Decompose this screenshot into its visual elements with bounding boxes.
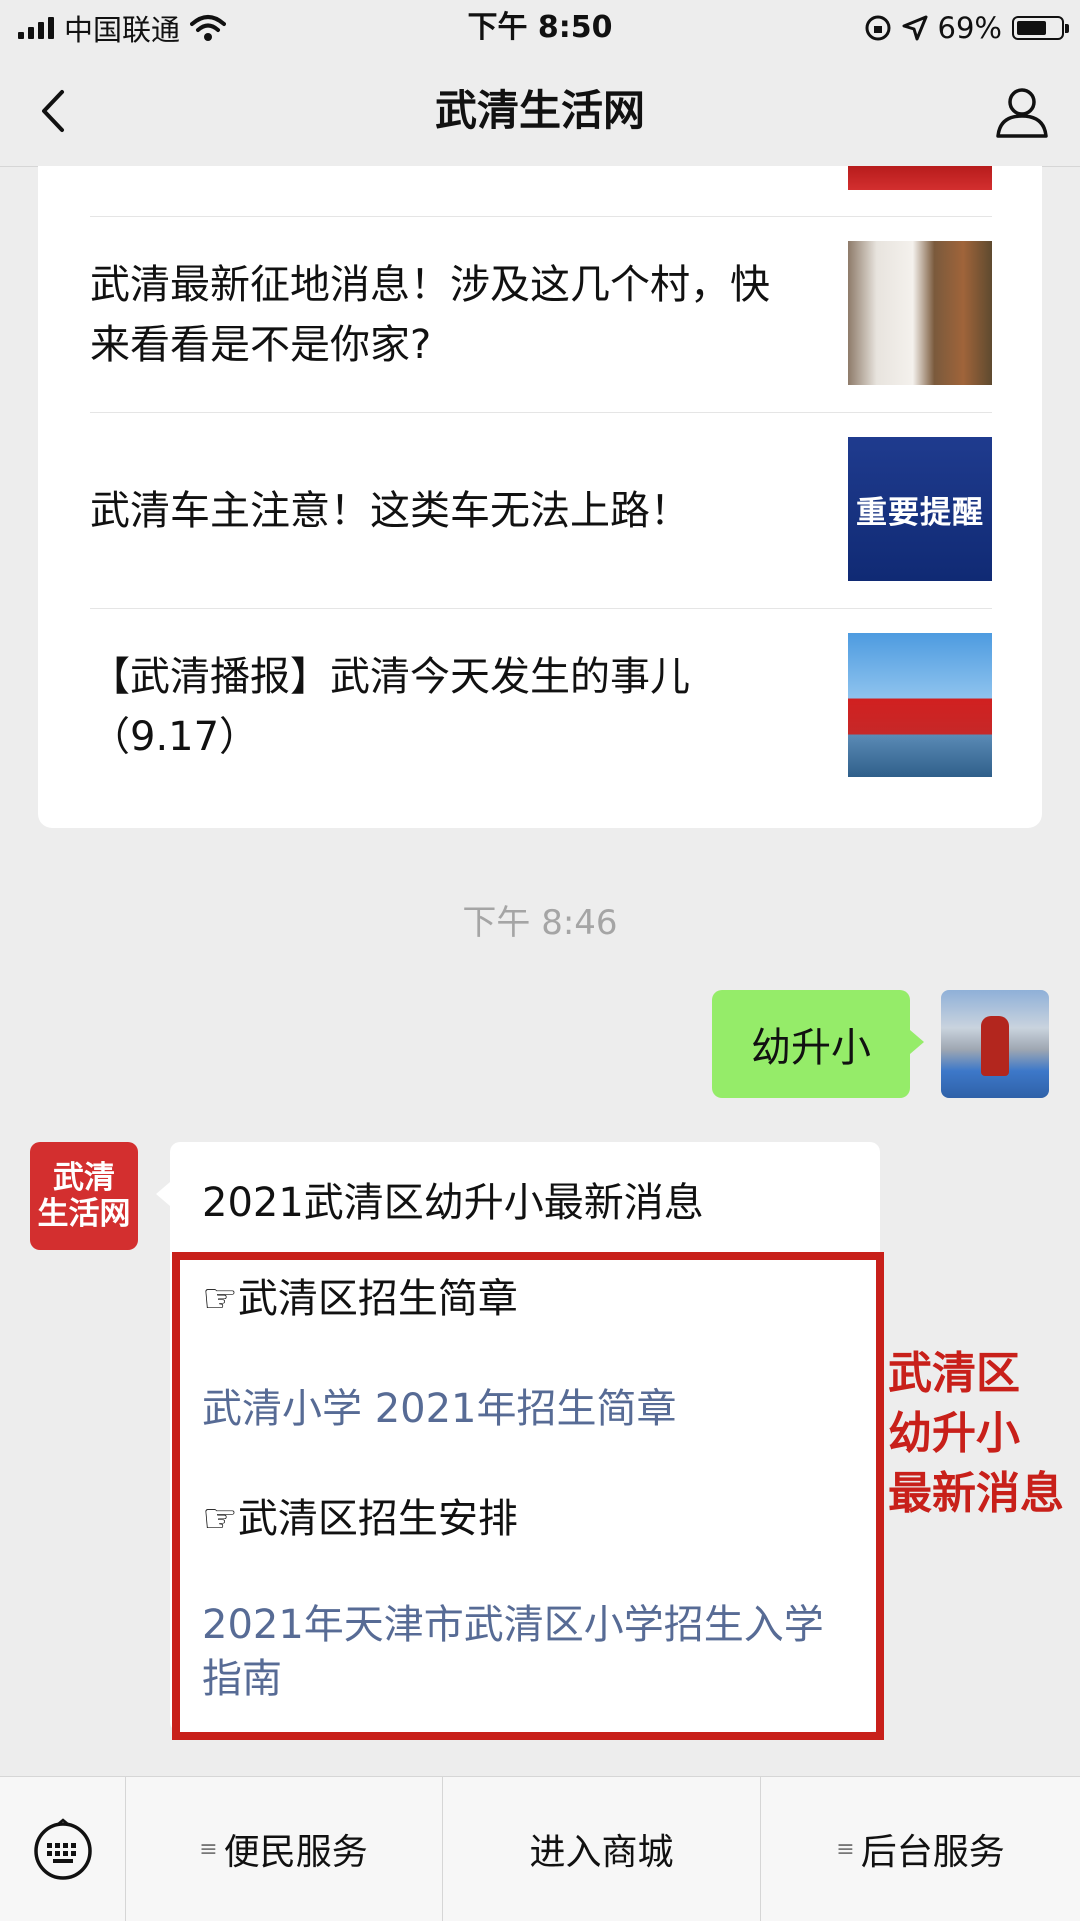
article-item[interactable]: 武清最新征地消息！涉及这几个村，快来看看是不是你家? xyxy=(90,216,992,413)
page-title: 武清生活网 xyxy=(434,86,645,135)
battery-percent: 69% xyxy=(937,11,1002,45)
status-bar: 中国联通 下午 8:50 69% xyxy=(0,0,1080,56)
rotation-lock-icon xyxy=(865,15,891,41)
sent-message-text: 幼升小 xyxy=(751,1025,871,1071)
article-thumbnail[interactable] xyxy=(848,241,992,385)
article-item[interactable]: 武清车主注意！这类车无法上路！ 重要提醒 xyxy=(90,412,992,609)
reply-title: 2021武清区幼升小最新消息 xyxy=(202,1180,704,1226)
submenu-icon: ≡ xyxy=(836,1836,855,1862)
menu-item-convenience-services[interactable]: ≡ 便民服务 xyxy=(125,1777,443,1921)
menu-item-enter-mall[interactable]: 进入商城 xyxy=(443,1777,761,1921)
article-title[interactable]: 武清车主注意！这类车无法上路！ xyxy=(90,413,770,609)
menu-item-label: 后台服务 xyxy=(860,1832,1005,1873)
article-item[interactable]: 【武清播报】武清今天发生的事儿 （9.17） xyxy=(90,608,992,805)
official-account-avatar[interactable]: 武清 生活网 xyxy=(30,1142,138,1250)
status-right: 69% xyxy=(864,6,1069,50)
chat-timestamp: 下午 8:46 xyxy=(462,903,618,943)
keyboard-icon xyxy=(33,1818,92,1880)
article-title[interactable]: 【武清播报】武清今天发生的事儿 （9.17） xyxy=(90,609,770,805)
bottom-menu: ≡ 便民服务 进入商城 ≡ 后台服务 xyxy=(0,1776,1080,1921)
user-avatar[interactable] xyxy=(941,990,1049,1098)
article-list-card: 武清最新征地消息！涉及这几个村，快来看看是不是你家? 武清车主注意！这类车无法上… xyxy=(38,166,1042,828)
annotation-line: 幼升小 xyxy=(888,1408,1020,1459)
submenu-icon: ≡ xyxy=(199,1836,218,1862)
article-thumbnail[interactable] xyxy=(848,166,992,190)
sent-message-bubble[interactable]: 幼升小 xyxy=(712,990,924,1098)
nav-bar: 武清生活网 xyxy=(0,56,1080,167)
keyboard-toggle-button[interactable] xyxy=(0,1777,126,1921)
menu-item-label: 便民服务 xyxy=(223,1832,368,1873)
article-thumbnail[interactable]: 重要提醒 xyxy=(848,437,992,581)
annotation-line: 最新消息 xyxy=(888,1468,1064,1519)
user-profile-icon[interactable] xyxy=(994,84,1050,140)
annotation-text: 武清区 幼升小 最新消息 xyxy=(888,1344,1064,1524)
article-thumbnail[interactable] xyxy=(848,633,992,777)
location-icon xyxy=(902,15,928,41)
menu-item-label: 进入商城 xyxy=(529,1832,674,1873)
battery-icon xyxy=(1012,16,1069,40)
thumbnail-text: 重要提醒 xyxy=(856,494,984,531)
avatar-text-line2: 生活网 xyxy=(37,1196,131,1232)
menu-item-backend-services[interactable]: ≡ 后台服务 xyxy=(761,1777,1080,1921)
article-title[interactable]: 武清最新征地消息！涉及这几个村，快来看看是不是你家? xyxy=(90,217,770,413)
annotation-line: 武清区 xyxy=(888,1348,1020,1399)
highlight-box xyxy=(172,1252,884,1740)
avatar-text-line1: 武清 xyxy=(53,1160,115,1196)
